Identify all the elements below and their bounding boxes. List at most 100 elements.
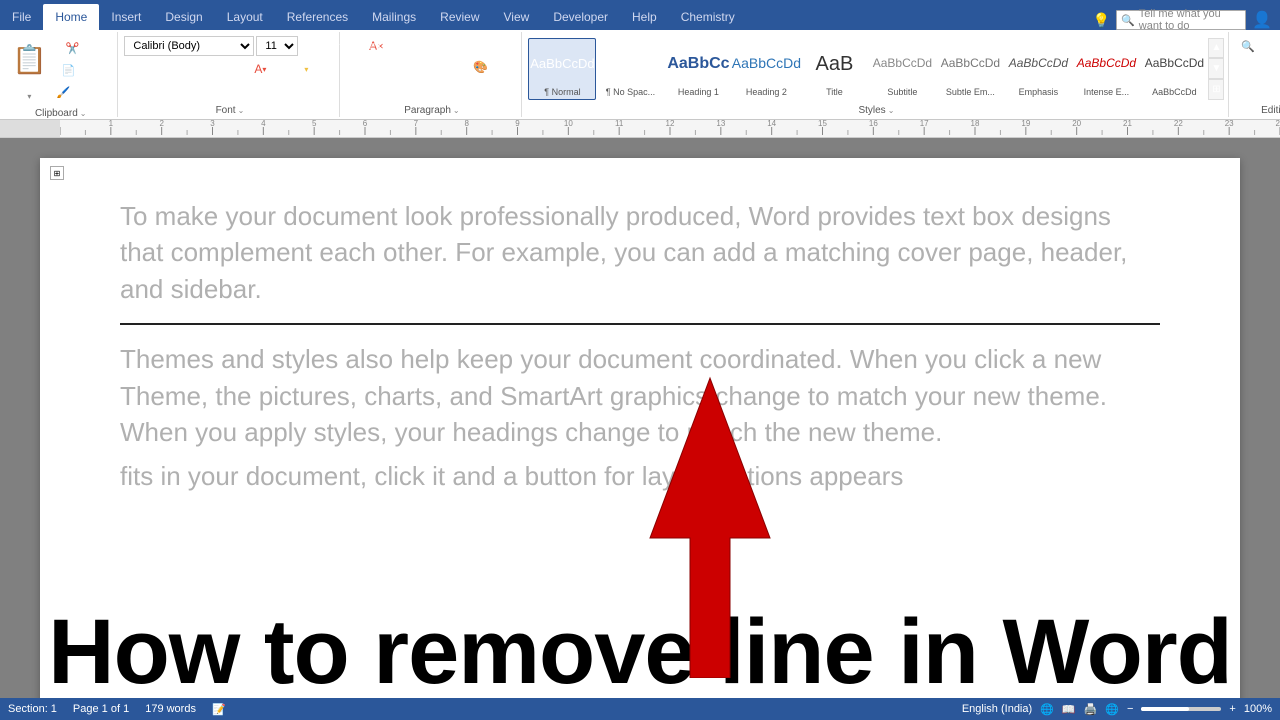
zoom-level: 100% (1244, 703, 1272, 715)
svg-text:19: 19 (1021, 120, 1030, 128)
text-highlight-button[interactable]: 🖊▾ (271, 59, 291, 79)
styles-expand[interactable]: ⊞ (1208, 79, 1224, 100)
select-button[interactable]: ⬚ Select ▾ (1235, 76, 1280, 93)
borders2-button[interactable]: ⊞▾ (493, 57, 513, 77)
underline-button[interactable]: U (166, 59, 186, 79)
tab-references[interactable]: References (275, 4, 360, 30)
styles-scroll-down[interactable]: ▼ (1208, 58, 1224, 79)
font-shrink-button[interactable]: A▼ (322, 36, 342, 56)
view-read-btn[interactable]: 📖 (1062, 703, 1076, 716)
font-grow-button[interactable]: A▲ (300, 36, 320, 56)
tab-chemistry[interactable]: Chemistry (669, 4, 747, 30)
style-heading2[interactable]: AaBbCcDd Heading 2 (732, 38, 800, 100)
copy-button[interactable]: 📄 Copy (53, 60, 112, 80)
tab-design[interactable]: Design (153, 4, 214, 30)
view-print-btn[interactable]: 🖨️ (1084, 703, 1098, 716)
superscript-button[interactable]: x2 (229, 59, 249, 79)
decrease-indent-button[interactable]: ⇐≡ (409, 36, 429, 56)
align-left-button[interactable]: ≡L (346, 57, 366, 77)
line-spacing-button[interactable]: ↕≡▾ (451, 57, 471, 77)
style-title[interactable]: AaB Title (800, 38, 868, 100)
numbering-button[interactable]: ≡1▾ (367, 36, 387, 56)
font-label: Font (216, 105, 236, 116)
tab-view[interactable]: View (492, 4, 542, 30)
bullets-button[interactable]: ≡•▾ (346, 36, 366, 56)
align-center-button[interactable]: ≡C (367, 57, 387, 77)
styles-scroll-up[interactable]: ▲ (1208, 38, 1224, 59)
layout-indicator[interactable]: ⊞ (50, 166, 64, 180)
clipboard-label: Clipboard (35, 108, 78, 119)
language-icon: 🌐 (1040, 703, 1054, 716)
paragraph-label: Paragraph (404, 105, 451, 116)
style-subtitle[interactable]: AaBbCcDd Subtitle (868, 38, 936, 100)
svg-text:3: 3 (210, 120, 215, 128)
word-count: 179 words (145, 703, 196, 715)
format-painter-icon: 🖌️ (57, 86, 71, 99)
svg-text:23: 23 (1225, 120, 1234, 128)
style-heading1[interactable]: AaBbCc Heading 1 (664, 38, 732, 100)
svg-text:8: 8 (464, 120, 469, 128)
font-expand[interactable]: ⌄ (238, 106, 245, 115)
style-subtle-em[interactable]: AaBbCcDd Subtle Em... (936, 38, 1004, 100)
user-icon: 👤 (1252, 10, 1272, 30)
zoom-bar (1141, 707, 1221, 711)
language-status: English (India) (962, 703, 1032, 715)
columns-button[interactable]: ⫿▾ (430, 57, 450, 77)
zoom-out-btn[interactable]: − (1127, 703, 1133, 715)
increase-indent-button[interactable]: ≡⇒ (430, 36, 450, 56)
find-icon: 🔍 (1241, 40, 1255, 53)
align-right-button[interactable]: ≡R (388, 57, 408, 77)
format-painter-button[interactable]: 🖌️ Format Painter (53, 82, 112, 102)
strikethrough-button[interactable]: ab (187, 59, 207, 79)
subscript-button[interactable]: x2 (208, 59, 228, 79)
multilevel-list-button[interactable]: ≡⊞▾ (388, 36, 408, 56)
style-normal[interactable]: AaBbCcDd ¶ Normal (528, 38, 596, 100)
tell-me-search[interactable]: 🔍 Tell me what you want to do (1116, 10, 1246, 30)
font-name-select[interactable]: Calibri (Body) (124, 36, 254, 56)
style-no-spacing[interactable]: AaBbCcDd ¶ No Spac... (596, 38, 664, 100)
paragraph-expand[interactable]: ⌄ (453, 106, 460, 115)
replace-button[interactable]: ⇄ Replace (1235, 57, 1280, 74)
style-intense-em[interactable]: AaBbCcDd Intense E... (1072, 38, 1140, 100)
clipboard-group: 📋 Paste ▾ ✂️ Cut 📄 Copy 🖌️ Forma (4, 32, 118, 117)
italic-button[interactable]: I (145, 59, 165, 79)
tab-help[interactable]: Help (620, 4, 669, 30)
svg-text:21: 21 (1123, 120, 1132, 128)
style-extra[interactable]: AaBbCcDd AaBbCcDd (1140, 38, 1208, 100)
svg-text:4: 4 (261, 120, 266, 128)
paste-button[interactable]: 📋 Paste ▾ (8, 39, 51, 101)
section-status: Section: 1 (8, 703, 57, 715)
tab-mailings[interactable]: Mailings (360, 4, 428, 30)
justify-button[interactable]: ≡J (409, 57, 429, 77)
shading2-button[interactable]: 🎨▾ (472, 57, 492, 77)
cut-button[interactable]: ✂️ Cut (53, 38, 112, 58)
svg-text:10: 10 (564, 120, 573, 128)
view-web-btn[interactable]: 🌐 (1105, 703, 1119, 716)
tab-layout[interactable]: Layout (215, 4, 275, 30)
red-arrow (630, 358, 790, 681)
zoom-in-btn[interactable]: + (1229, 703, 1235, 715)
ruler-svg: // Will be done in post-render JS 123456… (60, 120, 1280, 137)
tab-home[interactable]: Home (43, 4, 99, 30)
sort-button[interactable]: A↕Z (451, 36, 471, 56)
find-button[interactable]: 🔍 Find ▾ (1235, 38, 1280, 55)
styles-group: AaBbCcDd ¶ Normal AaBbCcDd ¶ No Spac... … (524, 32, 1229, 117)
tab-insert[interactable]: Insert (99, 4, 153, 30)
search-icon: 🔍 (1121, 14, 1135, 27)
shading-button[interactable]: A▾ (292, 59, 312, 79)
clipboard-expand[interactable]: ⌄ (80, 109, 87, 118)
borders-button[interactable]: ⊞▾ (313, 59, 333, 79)
style-emphasis[interactable]: AaBbCcDd Emphasis (1004, 38, 1072, 100)
editing-label: Editing (1261, 105, 1280, 116)
svg-text:12: 12 (666, 120, 675, 128)
tab-developer[interactable]: Developer (541, 4, 620, 30)
svg-text:9: 9 (515, 120, 520, 128)
tab-file[interactable]: File (0, 4, 43, 30)
show-marks-button[interactable]: ¶ (472, 36, 492, 56)
bold-button[interactable]: B (124, 59, 144, 79)
font-color-button[interactable]: A▾ (250, 59, 270, 79)
document-area: ⊞ To make your document look professiona… (0, 138, 1280, 708)
tab-review[interactable]: Review (428, 4, 491, 30)
styles-expand-btn[interactable]: ⌄ (888, 106, 895, 115)
font-size-select[interactable]: 11 (256, 36, 298, 56)
